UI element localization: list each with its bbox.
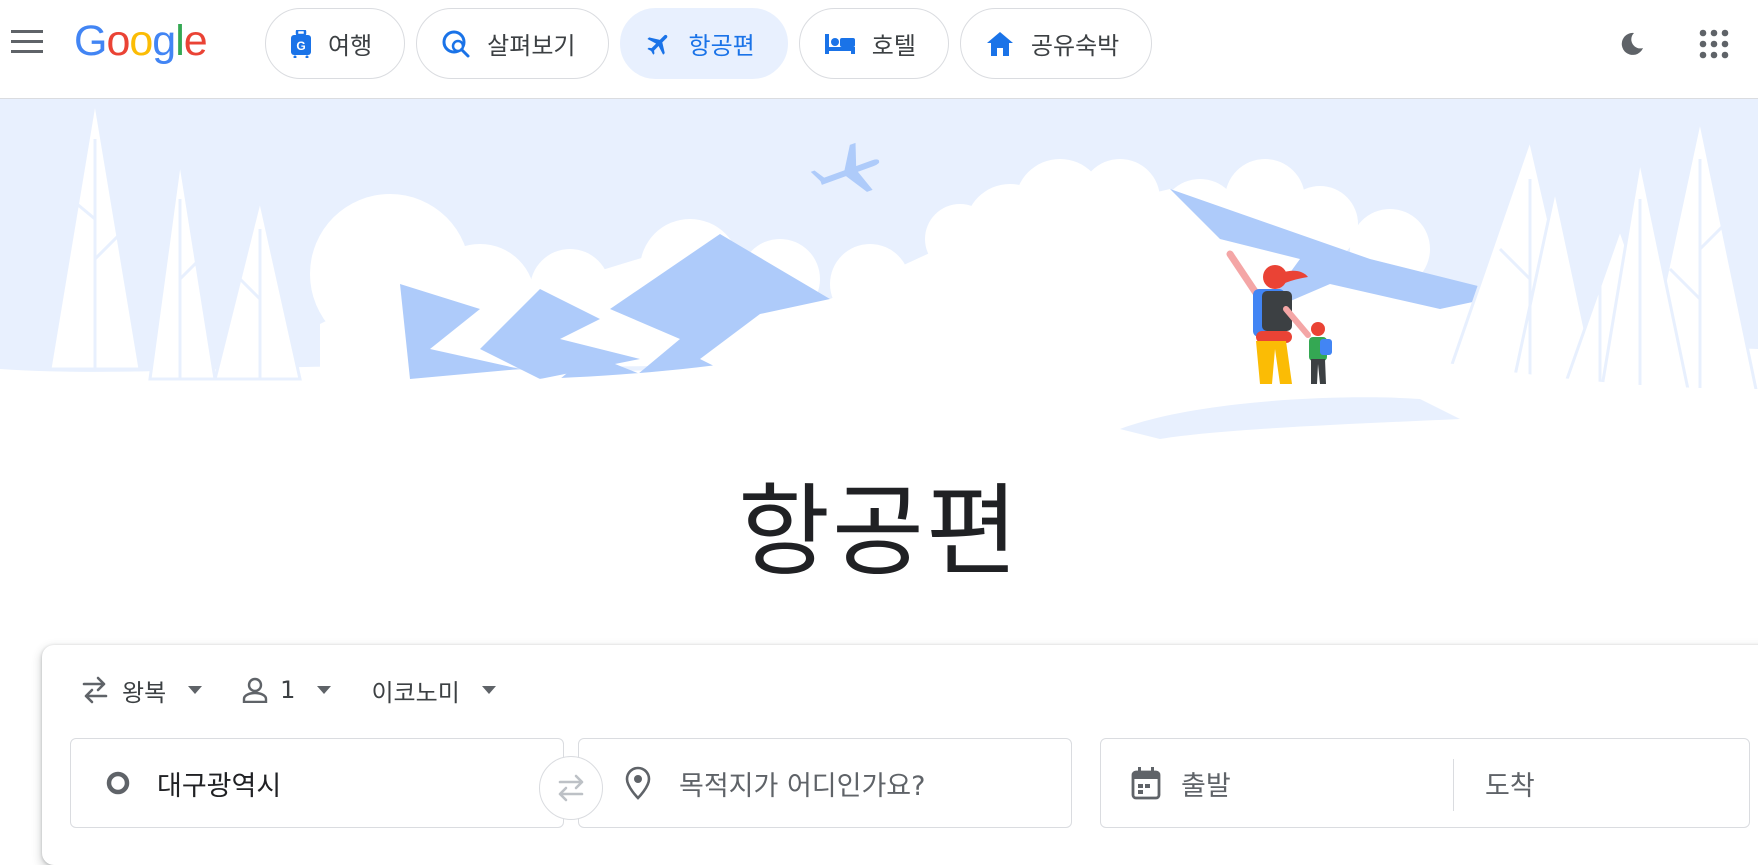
origin-value: 대구광역시 [157,770,282,802]
person-icon [242,677,268,703]
main-menu-button[interactable] [6,20,48,62]
logo-letter: l [175,17,185,65]
dark-theme-button[interactable] [1610,22,1654,66]
caret-down-icon [317,686,332,694]
moon-icon [1621,32,1643,55]
nav-chip-label: 공유숙박 [1030,32,1120,60]
calendar-icon [1131,767,1161,800]
nav-chip-vacation-rentals[interactable]: 공유숙박 [959,8,1153,79]
swap-arrows-icon [558,774,584,802]
caret-down-icon [481,686,496,694]
cabin-class-value: 이코노미 [371,678,460,707]
travelers-landscape-illustration [0,99,1758,459]
google-logo[interactable]: Google [74,17,208,67]
caret-down-icon [188,686,203,694]
cabin-class-dropdown[interactable]: 이코노미 [371,665,496,715]
trip-type-value: 왕복 [122,678,167,707]
bed-icon [824,33,855,54]
location-pin-icon [625,766,651,800]
return-placeholder: 도착 [1485,770,1535,802]
hero-illustration [0,99,1758,459]
nav-chip-explore[interactable]: 살펴보기 [416,8,609,79]
swap-arrows-icon [82,676,108,704]
logo-letter: e [183,17,208,65]
logo-letter: G [74,17,107,65]
return-date-field[interactable]: 도착 [1451,739,1535,827]
origin-field[interactable]: 대구광역시 [70,738,564,828]
trip-type-dropdown[interactable]: 왕복 [80,665,203,715]
product-nav: G 여행 살펴보기 항공편 호텔 공유숙박 [265,8,1153,79]
luggage-icon: G [291,29,311,58]
apps-grid-icon [1699,29,1729,59]
house-icon [986,31,1013,56]
page-title: 항공편 [738,473,1020,590]
logo-letter: o [106,17,130,65]
airplane-icon [646,34,667,55]
destination-field[interactable]: 목적지가 어디인가요? [578,738,1072,828]
date-divider [1453,759,1454,811]
origin-circle-icon [106,771,130,795]
top-bar: Google G 여행 살펴보기 항공편 호텔 공유숙박 [0,0,1758,99]
nav-chip-label: 항공편 [688,32,755,60]
nav-chip-label: 살펴보기 [487,32,576,60]
logo-letter: g [152,17,176,65]
passengers-count: 1 [280,676,296,704]
google-apps-button[interactable] [1690,20,1738,68]
flight-search-form: 왕복 1 이코노미 대구광역시 목적지가 어디인가요? 출발 도착 [42,645,1758,865]
explore-icon [442,30,470,57]
svg-text:G: G [296,39,305,53]
nav-chip-label: 호텔 [871,32,916,60]
nav-chip-travel[interactable]: G 여행 [265,8,406,79]
passengers-dropdown[interactable]: 1 [242,665,332,715]
nav-chip-flights[interactable]: 항공편 [619,8,788,79]
nav-chip-label: 여행 [328,32,373,60]
dates-field: 출발 도착 [1100,738,1750,828]
swap-origin-destination-button[interactable] [539,756,603,820]
destination-placeholder: 목적지가 어디인가요? [679,770,926,802]
logo-letter: o [129,17,153,65]
search-options-row: 왕복 1 이코노미 [80,665,496,715]
depart-date-field[interactable]: 출발 [1101,739,1451,827]
depart-placeholder: 출발 [1181,770,1231,802]
hamburger-menu-icon [11,30,43,53]
nav-chip-hotels[interactable]: 호텔 [798,8,949,79]
